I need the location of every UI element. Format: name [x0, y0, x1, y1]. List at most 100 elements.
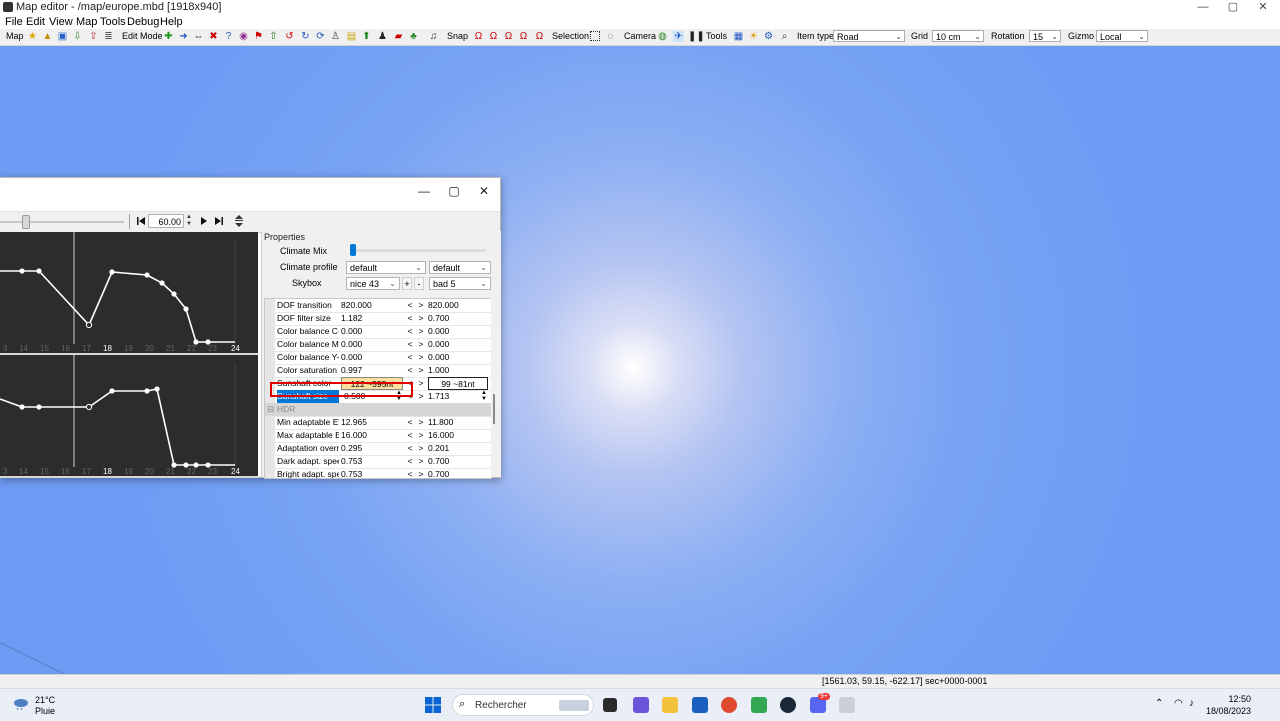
item-type-select[interactable]: Road ⌄ [833, 30, 905, 42]
skip-end-icon[interactable] [214, 216, 224, 226]
skybox-add-button[interactable]: + [402, 277, 412, 290]
task-view-icon[interactable] [603, 698, 617, 712]
copy-right-button[interactable]: > [417, 351, 425, 364]
prop-value-b[interactable]: 0.201 [428, 442, 488, 455]
copy-left-button[interactable]: < [406, 442, 414, 455]
lasso-icon[interactable]: ◌ [605, 31, 616, 42]
copy-right-button[interactable]: > [417, 338, 425, 351]
prop-row-color-saturation[interactable]: Color saturation 0.997 < > 1.000 [265, 364, 491, 378]
circle-icon[interactable]: ◉ [238, 31, 249, 42]
magnet-icon-4[interactable]: Ω [518, 31, 529, 42]
timeline-slider-track[interactable] [0, 221, 124, 223]
prop-row-min-adaptable-ev[interactable]: Min adaptable EV 12.965 < > 11.800 [265, 416, 491, 430]
windows-start-icon[interactable] [425, 697, 441, 713]
copy-right-button[interactable]: > [417, 364, 425, 377]
magnet-icon-5[interactable]: Ω [534, 31, 545, 42]
delete-icon[interactable]: ✖ [208, 31, 219, 42]
menu-file[interactable]: File [5, 16, 23, 28]
close-button[interactable]: ✕ [1248, 0, 1278, 15]
menu-tools[interactable]: Tools [100, 16, 126, 28]
gizmo-select[interactable]: Local ⌄ [1096, 30, 1148, 42]
rect-select-icon[interactable] [590, 31, 600, 41]
copy-left-button[interactable]: < [406, 338, 414, 351]
selection-button[interactable]: Selection [552, 31, 589, 41]
editor-close-button[interactable]: ✕ [470, 182, 498, 200]
camera-button[interactable]: Camera [624, 31, 656, 41]
snap-button[interactable]: Snap [447, 31, 468, 41]
rotate-left-icon[interactable]: ↺ [284, 31, 295, 42]
app-icon-green[interactable] [751, 697, 767, 713]
prop-value-a[interactable]: 820.000 [341, 299, 403, 312]
star-icon[interactable]: ★ [27, 31, 38, 42]
grid-icon[interactable]: ▦ [733, 31, 744, 42]
bookmark-icon[interactable]: ▲ [42, 31, 53, 42]
prop-value-a[interactable]: 0.000 [341, 338, 403, 351]
rotation-select[interactable]: 15 ⌄ [1029, 30, 1061, 42]
timeline-slider-thumb[interactable] [22, 215, 30, 229]
prop-value-b[interactable]: 0.700 [428, 455, 488, 468]
person-icon[interactable]: ♙ [330, 31, 341, 42]
menu-map[interactable]: Map [76, 16, 97, 28]
arrow-up-icon[interactable]: ⇧ [268, 31, 279, 42]
copy-right-button[interactable]: > [417, 299, 425, 312]
maximize-button[interactable]: ▢ [1218, 0, 1248, 15]
prop-value-b[interactable]: 1.000 [428, 364, 488, 377]
prop-row-dark-adapt-speed[interactable]: Dark adapt. speed 0.753 < > 0.700 [265, 455, 491, 469]
sunshaft-size-b-spinner[interactable]: ▲ ▼ [480, 390, 488, 402]
volume-icon[interactable]: ♪ [1189, 698, 1194, 709]
copy-left-button[interactable]: < [406, 364, 414, 377]
copy-right-button[interactable]: > [417, 325, 425, 338]
prop-value-a[interactable]: 0.000 [341, 351, 403, 364]
menu-edit[interactable]: Edit [26, 16, 45, 28]
pointer-icon[interactable]: ✈ [673, 31, 684, 42]
prop-value-a[interactable]: 0.295 [341, 442, 403, 455]
prop-row-dof-filter-size[interactable]: DOF filter size 1.182 < > 0.700 [265, 312, 491, 326]
store-icon[interactable] [692, 697, 708, 713]
prop-value-a[interactable]: 0.997 [341, 364, 403, 377]
curve-graph-top[interactable]: 3 14 15 16 17 18 19 20 21 22 23 24 [0, 232, 258, 355]
wifi-icon[interactable]: ◠ [1174, 698, 1183, 709]
copy-right-button[interactable]: > [417, 390, 425, 403]
chevron-up-icon[interactable]: ⌃ [1155, 698, 1163, 709]
grid-select[interactable]: 10 cm ⌄ [932, 30, 984, 42]
move-icon[interactable]: ➜ [178, 31, 189, 42]
editor-maximize-button[interactable]: ▢ [440, 182, 468, 200]
copy-right-button[interactable]: > [417, 442, 425, 455]
search-icon[interactable]: ⌕ [779, 31, 790, 42]
gear-icon[interactable]: ⚙ [763, 31, 774, 42]
sunshaft-color-b-swatch[interactable]: 99 ~81nt [428, 377, 488, 390]
copy-right-button[interactable]: > [417, 455, 425, 468]
tree-icon[interactable]: ♣ [408, 31, 419, 42]
editor-minimize-button[interactable]: — [410, 182, 438, 200]
prop-value-b[interactable]: 0.700 [428, 312, 488, 325]
prop-value-a[interactable]: 0.753 [341, 468, 403, 478]
up-arrow-icon[interactable]: ⬆ [361, 31, 372, 42]
globe-icon[interactable]: ◍ [657, 31, 668, 42]
timeline-spinner[interactable]: ▲ ▼ [185, 214, 193, 228]
prop-value-b[interactable]: 0.000 [428, 338, 488, 351]
refresh-icon[interactable]: ⟳ [315, 31, 326, 42]
timeline-value-input[interactable]: 60.00 [148, 214, 184, 228]
skybox-remove-button[interactable]: - [414, 277, 424, 290]
skip-start-icon[interactable] [136, 216, 146, 226]
copy-right-button[interactable]: > [417, 312, 425, 325]
menu-help[interactable]: Help [160, 16, 183, 28]
prop-row-bright-adapt-speed[interactable]: Bright adapt. speed 0.753 < > 0.700 [265, 468, 491, 478]
curve-graph-bottom[interactable]: 3 14 15 16 17 18 19 20 21 22 23 24 [0, 355, 258, 478]
weather-temp[interactable]: 21°C [35, 695, 55, 705]
sun-icon[interactable]: ☀ [748, 31, 759, 42]
collapse-icon[interactable]: ⊟ [266, 403, 275, 416]
prop-value-b[interactable]: 16.000 [428, 429, 488, 442]
add-icon[interactable]: ✚ [163, 31, 174, 42]
scrollbar-thumb[interactable] [493, 394, 495, 424]
prop-value-a[interactable]: 12.965 [341, 416, 403, 429]
import-icon[interactable]: ⇩ [72, 31, 83, 42]
pause-icon[interactable]: ❚❚ [688, 31, 705, 42]
magnet-icon[interactable]: Ω [473, 31, 484, 42]
prop-value-b[interactable]: 0.700 [428, 468, 488, 478]
file-explorer-icon[interactable] [662, 697, 678, 713]
skybox-b-select[interactable]: bad 5 ⌄ [429, 277, 491, 290]
magnet-icon-3[interactable]: Ω [503, 31, 514, 42]
map-editor-icon[interactable] [839, 697, 855, 713]
prop-value-a[interactable]: 16.000 [341, 429, 403, 442]
